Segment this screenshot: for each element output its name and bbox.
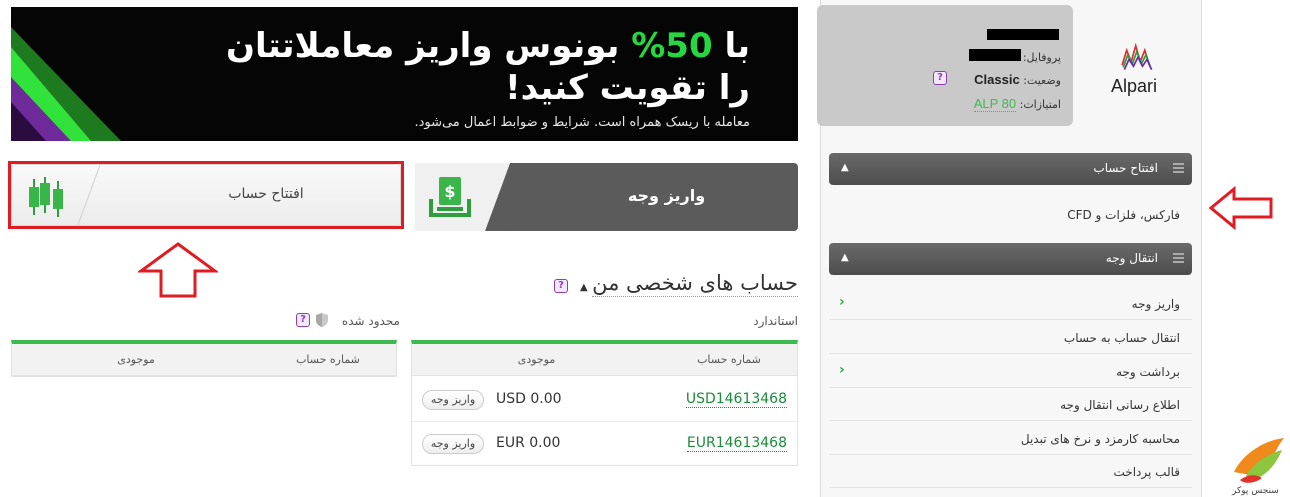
status-row: وضعیت: Classic [974,72,1061,87]
shield-icon [316,313,328,327]
restricted-accounts-table: شماره حساب موجودی [11,340,397,377]
restricted-group-label: محدود شده [341,314,400,328]
watermark-text: سنجس پوکر [1232,486,1279,496]
table-row: USD14613468 USD 0.00 واریز وجه [412,378,797,422]
standard-accounts-table: شماره حساب موجودی USD14613468 USD 0.00 و… [411,340,798,466]
account-number-link[interactable]: EUR14613468 [686,435,787,452]
collapse-arrow-icon: ▲ [841,162,849,173]
deposit-label: واریز وجه [627,186,706,205]
restricted-help-icon[interactable]: ? [296,313,310,327]
sidebar-open-account-header[interactable]: افتتاح حساب ▲ [829,153,1192,185]
sidebar-item-payment-template[interactable]: قالب پرداخت [829,455,1192,488]
sidebar-item-deposit[interactable]: واریز وجه › [829,287,1192,320]
deposit-button[interactable]: $ واریز وجه [415,163,798,231]
collapse-arrow-icon: ▲ [841,252,849,263]
help-question-icon[interactable]: ? [554,279,568,293]
sidebar-item-transfer-notice[interactable]: اطلاع رسانی انتقال وجه [829,388,1192,421]
redacted-name [987,29,1059,40]
alpari-logo-text: Alpari [1111,76,1158,96]
column-header-balance: موجودی [412,344,661,376]
redacted-profile-id [969,49,1021,61]
sidebar-transfer-header[interactable]: انتقال وجه ▲ [829,243,1192,275]
up-arrow-annotation [138,242,218,298]
banner-headline: با 50% بونوس واریز معاملاتتان [226,26,750,66]
chevron-right-icon: › [839,362,845,378]
bonus-percent: 50% [631,26,713,66]
left-arrow-annotation [1208,186,1273,230]
menu-lines-icon [1173,163,1184,173]
status-help-icon[interactable]: ? [933,71,947,85]
menu-lines-icon [1173,253,1184,263]
column-header-account-number: شماره حساب [661,344,797,376]
balance-value: EUR 0.00 [496,435,561,451]
banner-decoration [11,27,121,141]
sidebar-item-internal-transfer[interactable]: انتقال حساب به حساب [829,321,1192,354]
banner-risk-note: معامله با ریسک همراه است. شرایط و ضوابط … [414,115,750,130]
column-header-balance: موجودی [12,344,260,376]
accounts-title[interactable]: حساب های شخصی من [592,270,798,297]
points-value[interactable]: ALP 80 [973,96,1017,112]
row-deposit-button[interactable]: واریز وجه [422,434,484,454]
column-header-account-number: شماره حساب [260,344,396,376]
open-account-highlight [8,161,404,229]
collapse-caret-icon[interactable]: ▲ [580,282,588,293]
table-row: EUR14613468 EUR 0.00 واریز وجه [412,422,797,466]
banner-subheadline: را تقویت کنید! [505,68,750,108]
row-deposit-button[interactable]: واریز وجه [422,390,484,410]
balance-value: USD 0.00 [496,391,562,407]
status-value: Classic [974,72,1020,87]
sidebar-item-forex-metals-cfd[interactable]: فارکس، فلزات و CFD [829,198,1192,231]
promo-banner[interactable]: با 50% بونوس واریز معاملاتتان را تقویت ک… [11,7,798,141]
money-deposit-icon: $ [429,177,471,217]
standard-group-label: استاندارد [753,314,798,328]
sidebar-item-fee-calculator[interactable]: محاسبه کارمزد و نرخ های تبدیل [829,422,1192,455]
points-row: امتیازات: ALP 80 [973,96,1061,112]
svg-text:$: $ [444,182,455,201]
profile-card: پروفایل: 1 وضعیت: Classic ? امتیازات: AL… [817,5,1073,126]
sidebar-item-withdrawal[interactable]: برداشت وجه › [829,355,1192,388]
account-number-link[interactable]: USD14613468 [685,391,787,408]
alpari-logo-icon [1121,42,1153,70]
chevron-right-icon: › [839,294,845,310]
